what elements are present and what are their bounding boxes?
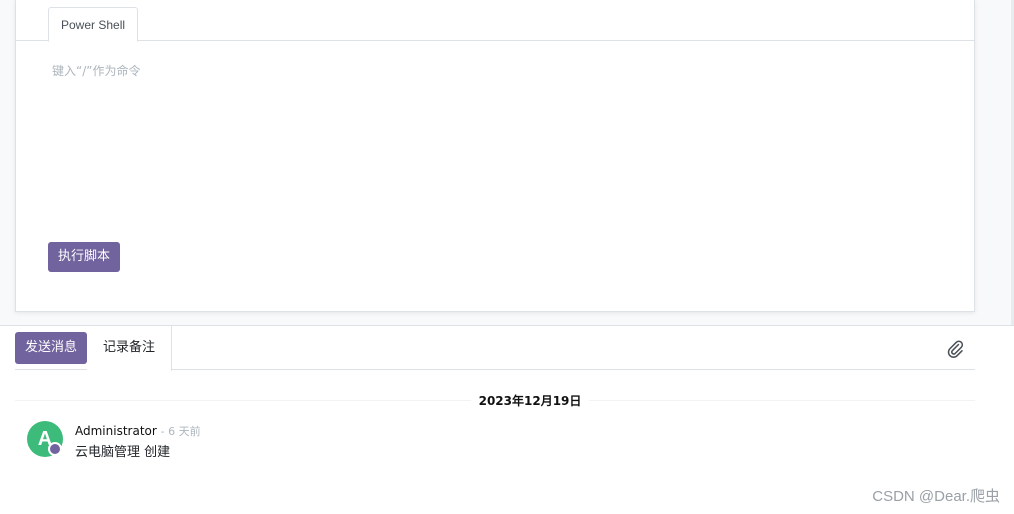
- date-separator: 2023年12月19日: [0, 392, 1014, 409]
- message-author-line: Administrator - 6 天前: [75, 423, 201, 439]
- script-editor[interactable]: 键入“/”作为命令: [52, 62, 140, 79]
- run-script-button[interactable]: 执行脚本: [48, 242, 121, 272]
- watermark: CSDN @Dear.爬虫: [872, 488, 1000, 505]
- message-author[interactable]: Administrator: [75, 424, 157, 438]
- date-separator-label: 2023年12月19日: [470, 394, 590, 408]
- paperclip-icon[interactable]: [945, 338, 965, 358]
- tab-power-shell[interactable]: Power Shell: [48, 7, 139, 42]
- script-form-card: Power Shell 键入“/”作为命令 执行脚本: [15, 0, 975, 312]
- chatter-panel: 发送消息 记录备注 2023年12月19日 A Administrator - …: [0, 325, 1014, 514]
- message-time: - 6 天前: [160, 425, 201, 438]
- log-note-button[interactable]: 记录备注: [87, 326, 173, 371]
- message-body: 云电脑管理 创建: [75, 445, 171, 460]
- status-dot-icon: [48, 442, 62, 456]
- send-message-button[interactable]: 发送消息: [15, 332, 88, 364]
- chatter-topbar: 发送消息 记录备注: [15, 326, 975, 371]
- notebook-tab-strip: Power Shell: [16, 0, 974, 42]
